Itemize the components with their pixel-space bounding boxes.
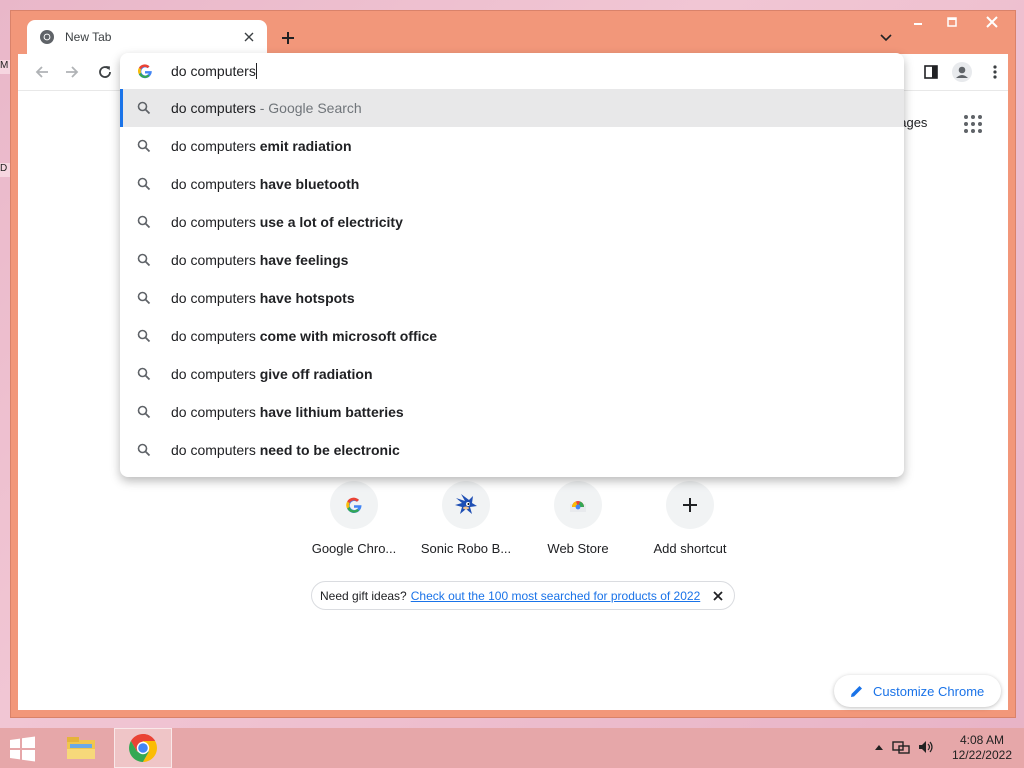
minimize-button[interactable] (901, 11, 935, 33)
pencil-icon (851, 686, 862, 697)
suggestion-item[interactable]: do computers need to be electronic (120, 431, 904, 469)
promo-text: Need gift ideas? (320, 588, 407, 603)
forward-button[interactable] (62, 62, 82, 82)
menu-button[interactable] (985, 62, 1005, 82)
chevron-down-icon (880, 34, 892, 42)
shortcut-label: Google Chro... (311, 541, 397, 556)
clock-time: 4:08 AM (959, 733, 1004, 747)
start-button[interactable] (8, 736, 38, 762)
search-icon (137, 139, 151, 153)
search-icon (137, 329, 151, 343)
profile-button[interactable] (952, 62, 972, 82)
file-explorer-icon (67, 737, 95, 759)
system-tray (874, 740, 934, 754)
close-window-button[interactable] (969, 11, 1015, 33)
more-vert-icon (993, 65, 997, 79)
side-panel-button[interactable] (921, 62, 941, 82)
shortcut-tile[interactable]: Sonic Robo B... (410, 481, 522, 556)
suggestion-item[interactable]: do computers have feelings (120, 241, 904, 279)
suggestion-item[interactable]: do computers have hotspots (120, 279, 904, 317)
address-bar-input[interactable]: do computers (171, 63, 257, 79)
tab-search-button[interactable] (877, 29, 895, 47)
suggestion-item[interactable]: do computers give off radiation (120, 355, 904, 393)
add-shortcut-tile[interactable]: Add shortcut (634, 481, 746, 556)
plus-icon (282, 32, 294, 44)
system-clock[interactable]: 4:08 AM 12/22/2022 (952, 733, 1012, 763)
suggestion-item[interactable]: do computers come with microsoft office (120, 317, 904, 355)
clock-date: 12/22/2022 (951, 748, 1012, 762)
close-icon (986, 16, 998, 28)
desktop-icon-fragment: D (0, 163, 10, 177)
search-icon (137, 443, 151, 457)
reload-button[interactable] (95, 62, 115, 82)
windows-logo-icon (10, 736, 35, 762)
window-controls (901, 11, 1015, 33)
suggestion-item[interactable]: do computers emit radiation (120, 127, 904, 165)
sonic-icon (455, 494, 477, 514)
suggestion-item[interactable]: do computers have bluetooth (120, 165, 904, 203)
taskbar: 4:08 AM 12/22/2022 (0, 728, 1024, 768)
apps-grid-icon (964, 115, 982, 133)
avatar-icon (952, 62, 972, 82)
promo-banner: Need gift ideas? Check out the 100 most … (311, 581, 735, 610)
text-caret (255, 63, 257, 79)
google-icon (346, 497, 362, 513)
search-icon (137, 291, 151, 305)
taskbar-chrome[interactable] (114, 728, 172, 768)
webstore-icon (570, 501, 586, 512)
close-icon (713, 590, 723, 601)
shortcut-tile[interactable]: Google Chro... (298, 481, 410, 556)
search-icon (137, 405, 151, 419)
taskbar-file-explorer[interactable] (52, 728, 110, 768)
shortcut-label: Sonic Robo B... (420, 541, 512, 556)
network-icon[interactable] (892, 740, 910, 754)
shortcuts-grid: Google Chro... Sonic Robo B... Web Store… (298, 481, 746, 556)
forward-arrow-icon (66, 66, 79, 78)
search-icon (137, 101, 151, 115)
shortcut-label: Add shortcut (653, 541, 727, 556)
search-icon (137, 177, 151, 191)
search-icon (137, 367, 151, 381)
chevron-up-icon[interactable] (874, 743, 884, 751)
suggestion-item[interactable]: do computers have lithium batteries (120, 393, 904, 431)
shortcut-tile[interactable]: Web Store (522, 481, 634, 556)
google-icon (138, 64, 152, 79)
tab-new-tab[interactable]: New Tab (27, 20, 267, 54)
customize-chrome-button[interactable]: Customize Chrome (834, 675, 1001, 707)
suggestion-item[interactable]: do computers - Google Search (120, 89, 904, 127)
promo-close-button[interactable] (710, 588, 726, 604)
search-icon (137, 215, 151, 229)
minimize-icon (914, 23, 922, 25)
customize-label: Customize Chrome (873, 683, 985, 699)
back-button[interactable] (32, 62, 52, 82)
side-panel-icon (924, 65, 938, 79)
new-tab-button[interactable] (277, 27, 299, 49)
tab-close-button[interactable] (241, 29, 257, 45)
address-bar[interactable]: do computers (120, 53, 904, 89)
plus-icon (683, 498, 697, 512)
promo-link[interactable]: Check out the 100 most searched for prod… (411, 589, 701, 603)
omnibox-dropdown: do computers do computers - Google Searc… (120, 53, 904, 477)
suggestion-item[interactable]: do computers use a lot of electricity (120, 203, 904, 241)
shortcut-label: Web Store (547, 541, 609, 556)
chrome-icon (40, 30, 54, 44)
maximize-icon (947, 17, 957, 27)
search-icon (137, 253, 151, 267)
tab-title: New Tab (65, 30, 112, 44)
close-icon (244, 32, 254, 42)
chrome-icon (129, 734, 157, 762)
reload-icon (99, 66, 111, 78)
desktop-icon-fragment: M (0, 60, 10, 74)
volume-icon[interactable] (918, 740, 934, 754)
maximize-button[interactable] (935, 11, 969, 33)
back-arrow-icon (35, 66, 48, 78)
google-apps-button[interactable] (962, 113, 984, 135)
